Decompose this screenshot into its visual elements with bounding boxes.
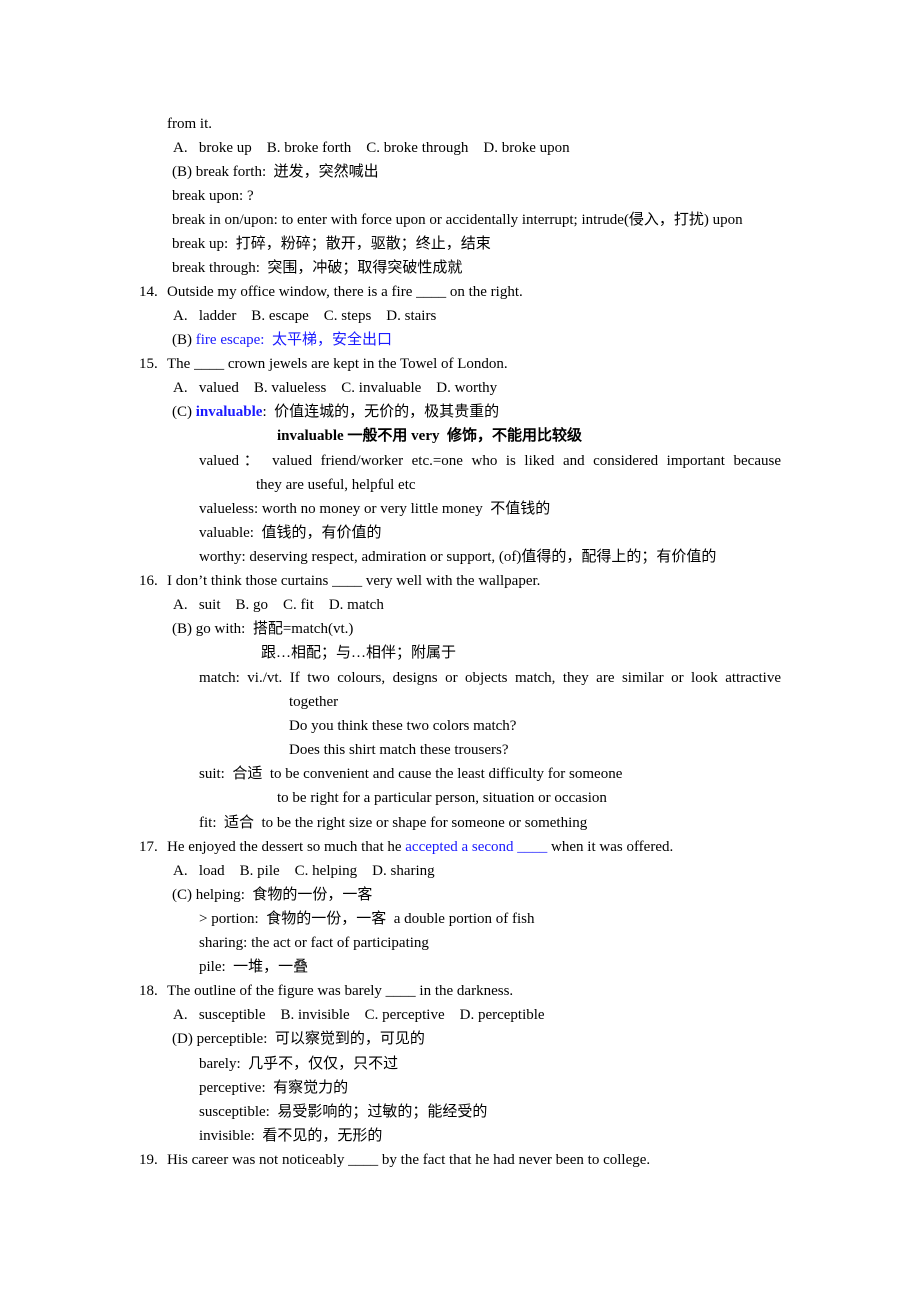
- q18-note: invisible: 看不见的，无形的: [199, 1128, 383, 1144]
- q18-question: 18. The outline of the figure was barely …: [139, 982, 513, 1000]
- answer-label: (B): [172, 621, 192, 637]
- answer-label: (C): [172, 404, 192, 420]
- question-text: The outline of the figure was barely ___…: [167, 983, 514, 999]
- q15-valued-def-cont: they are useful, helpful etc: [256, 477, 416, 493]
- q16-match-example: Do you think these two colors match?: [289, 718, 517, 734]
- question-number: 15.: [139, 356, 158, 372]
- question-number: 14.: [139, 284, 158, 300]
- question-text-end: when it was offered.: [547, 839, 674, 855]
- q17-answer: (C) helping: 食物的一份，一客: [172, 886, 372, 904]
- q15-valuable-def: valuable: 值钱的，有价值的: [199, 525, 382, 541]
- q13-note: break in on/upon: to enter with force up…: [172, 212, 743, 228]
- question-number: 18.: [139, 983, 158, 999]
- q14-answer: (B) fire escape: 太平梯，安全出口: [172, 331, 392, 349]
- q17-note: sharing: the act or fact of participatin…: [199, 935, 429, 951]
- answer-label: (D): [172, 1031, 193, 1047]
- q13-note: break through: 突围，冲破；取得突破性成就: [172, 260, 463, 276]
- question-text: The ____ crown jewels are kept in the To…: [167, 356, 508, 372]
- q16-question: 16. I don’t think those curtains ____ ver…: [139, 572, 540, 590]
- answer-text: go with: 搭配=match(vt.): [195, 621, 354, 637]
- q17-note: pile: 一堆，一叠: [199, 959, 309, 975]
- answer-label: (C): [172, 887, 192, 903]
- question-number: 17.: [139, 839, 158, 855]
- q15-valued-def: valued： valued friend/worker etc.=one wh…: [199, 453, 781, 469]
- q19-question: 19. His career was not noticeably ____ by…: [139, 1151, 650, 1169]
- q18-answer: (D) perceptible: 可以察觉到的，可见的: [172, 1030, 425, 1048]
- question-text: I don’t think those curtains ____ very w…: [167, 573, 541, 589]
- q17-question: 17. He enjoyed the dessert so much that h…: [139, 838, 673, 856]
- q18-note: perceptive: 有察觉力的: [199, 1080, 349, 1096]
- question-text: Outside my office window, there is a fir…: [167, 284, 523, 300]
- question-number: 19.: [139, 1152, 158, 1168]
- q16-fit-def: fit: 适合 to be the right size or shape fo…: [199, 815, 588, 831]
- q16-suit-def: suit: 合适 to be convenient and cause the …: [199, 766, 623, 782]
- question-highlight: accepted a second ____: [405, 839, 548, 855]
- q16-match-def: match: vi./vt. If two colours, designs o…: [199, 670, 781, 686]
- answer-label: (B): [172, 164, 192, 180]
- question-text: His career was not noticeably ____ by th…: [167, 1152, 651, 1168]
- q18-note: susceptible: 易受影响的；过敏的；能经受的: [199, 1104, 488, 1120]
- answer-text: break forth: 迸发，突然喊出: [195, 164, 379, 180]
- answer-text: helping: 食物的一份，一客: [195, 887, 373, 903]
- answer-text: : 价值连城的，无价的，极其贵重的: [262, 404, 500, 420]
- q17-options: A. load B. pile C. helping D. sharing: [173, 863, 435, 879]
- q15-question: 15. The ____ crown jewels are kept in the…: [139, 355, 508, 373]
- answer-text: perceptible: 可以察觉到的，可见的: [196, 1031, 425, 1047]
- q14-question: 14. Outside my office window, there is a …: [139, 283, 523, 301]
- question-number: 16.: [139, 573, 158, 589]
- q13-note: break upon: ?: [172, 188, 254, 204]
- q13-note: break up: 打碎，粉碎；散开，驱散；终止，结束: [172, 236, 491, 252]
- q16-suit-def-cont: to be right for a particular person, sit…: [277, 790, 607, 806]
- question-continuation: from it.: [167, 116, 212, 132]
- q15-valueless-def: valueless: worth no money or very little…: [199, 501, 551, 517]
- q16-match-def-cont: together: [289, 694, 339, 710]
- q15-answer: (C) invaluable: 价值连城的，无价的，极其贵重的: [172, 403, 499, 421]
- q16-answer: (B) go with: 搭配=match(vt.): [172, 620, 353, 638]
- answer-text: fire escape: 太平梯，安全出口: [195, 332, 392, 348]
- q18-options: A. susceptible B. invisible C. perceptiv…: [173, 1007, 545, 1023]
- answer-word: invaluable: [195, 404, 263, 420]
- answer-label: (B): [172, 332, 192, 348]
- q18-note: barely: 几乎不，仅仅，只不过: [199, 1056, 399, 1072]
- q15-options: A. valued B. valueless C. invaluable D. …: [173, 380, 498, 396]
- q14-options: A. ladder B. escape C. steps D. stairs: [173, 308, 437, 324]
- q13-options: A. broke up B. broke forth C. broke thro…: [173, 140, 570, 156]
- q16-options: A. suit B. go C. fit D. match: [173, 597, 384, 613]
- q15-bold-note: invaluable 一般不用 very 修饰，不能用比较级: [277, 428, 583, 444]
- q16-match-example: Does this shirt match these trousers?: [289, 742, 509, 758]
- question-text: He enjoyed the dessert so much that he: [167, 839, 406, 855]
- document-page: from it. A. broke up B. broke forth C. b…: [0, 0, 920, 1302]
- q16-answer-cont: 跟…相配；与…相伴；附属于: [261, 645, 457, 661]
- q15-worthy-def: worthy: deserving respect, admiration or…: [199, 549, 717, 565]
- q17-note: > portion: 食物的一份，一客 a double portion of …: [199, 911, 535, 927]
- q13-answer: (B) break forth: 迸发，突然喊出: [172, 163, 379, 181]
